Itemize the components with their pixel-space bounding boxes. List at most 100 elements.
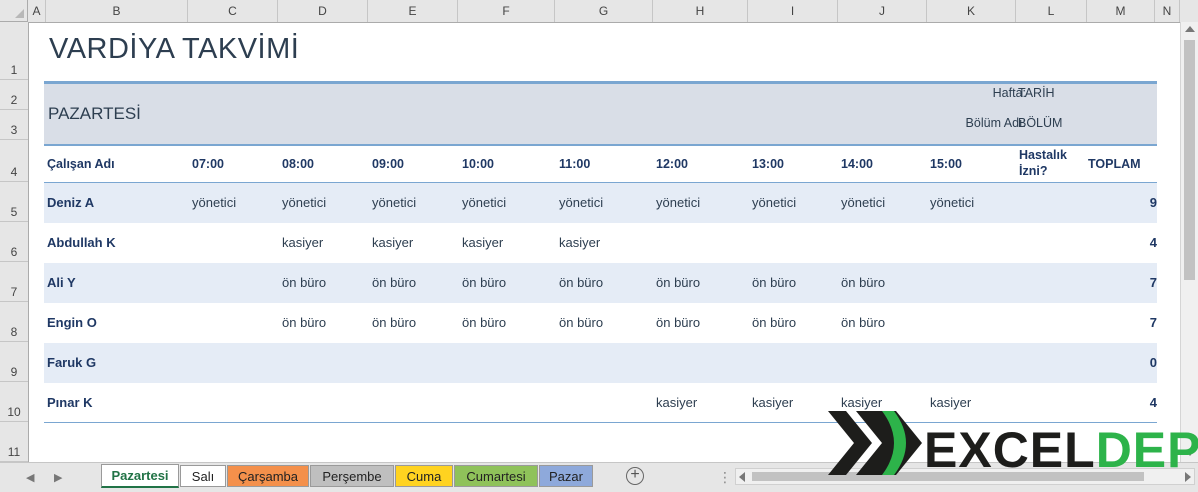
scroll-up-icon[interactable]	[1185, 26, 1195, 32]
vertical-scrollbar[interactable]	[1180, 22, 1198, 462]
employee-name[interactable]: Engin O	[47, 315, 97, 330]
department-label: Bölüm Adı:	[965, 116, 1026, 130]
shift-cell[interactable]: kasiyer	[372, 235, 413, 250]
column-header-i[interactable]: I	[748, 0, 838, 22]
logo-text: EXCELDEPO	[924, 422, 1198, 478]
tab-cumartesi[interactable]: Cumartesi	[454, 465, 538, 487]
row-headers: 1 2 3 4 5 6 7 8 9 10 11	[0, 22, 29, 462]
triangle-right-icon[interactable]: ▶	[54, 471, 62, 484]
triangle-left-icon[interactable]: ◀	[26, 471, 34, 484]
shift-cell[interactable]: kasiyer	[752, 395, 793, 410]
column-header-e[interactable]: E	[368, 0, 458, 22]
tab-perşembe[interactable]: Perşembe	[310, 465, 394, 487]
shift-cell[interactable]: yönetici	[930, 195, 974, 210]
shift-cell[interactable]: kasiyer	[462, 235, 503, 250]
table-row: Engin O ön büro ön büro ön büro ön büro ön bü…	[44, 303, 1157, 343]
row-header-8[interactable]: 8	[0, 302, 28, 342]
total-cell[interactable]: 7	[1150, 275, 1157, 290]
column-header-d[interactable]: D	[278, 0, 368, 22]
employee-name[interactable]: Deniz A	[47, 195, 94, 210]
shift-cell[interactable]: yönetici	[282, 195, 326, 210]
tab-pazar[interactable]: Pazar	[539, 465, 593, 487]
shift-cell[interactable]: ön büro	[752, 275, 796, 290]
shift-cell[interactable]: ön büro	[282, 315, 326, 330]
exceldepo-logo: EXCELDEPO	[828, 411, 1198, 478]
time-header: 11:00	[559, 157, 591, 171]
shift-cell[interactable]: ön büro	[559, 315, 603, 330]
scroll-left-icon[interactable]	[739, 472, 745, 482]
shift-cell[interactable]: ön büro	[841, 315, 885, 330]
employee-name-header: Çalışan Adı	[47, 157, 115, 171]
shift-cell[interactable]: yönetici	[192, 195, 236, 210]
column-header-m[interactable]: M	[1087, 0, 1155, 22]
row-header-1[interactable]: 1	[0, 22, 28, 80]
row-header-2[interactable]: 2	[0, 80, 28, 110]
worksheet[interactable]: VARDİYA TAKVİMİ PAZARTESİ Hafta: TARİH B…	[29, 23, 1176, 462]
column-header-l[interactable]: L	[1016, 0, 1087, 22]
tab-salı[interactable]: Salı	[180, 465, 226, 487]
shift-cell[interactable]: yönetici	[656, 195, 700, 210]
sick-leave-header: Hastalık İzni?	[1019, 147, 1067, 179]
column-header-h[interactable]: H	[653, 0, 748, 22]
column-header-k[interactable]: K	[927, 0, 1016, 22]
row-header-9[interactable]: 9	[0, 342, 28, 382]
employee-name[interactable]: Ali Y	[47, 275, 76, 290]
row-header-3[interactable]: 3	[0, 110, 28, 140]
row-header-11[interactable]: 11	[0, 422, 28, 462]
total-cell[interactable]: 0	[1150, 355, 1157, 370]
shift-cell[interactable]: yönetici	[841, 195, 885, 210]
shift-cell[interactable]: yönetici	[559, 195, 603, 210]
sick-leave-header-line2: İzni?	[1019, 164, 1048, 178]
employee-name[interactable]: Faruk G	[47, 355, 96, 370]
employee-name[interactable]: Abdullah K	[47, 235, 116, 250]
column-header-n[interactable]: N	[1155, 0, 1180, 22]
column-header-b[interactable]: B	[46, 0, 188, 22]
tab-çarşamba[interactable]: Çarşamba	[227, 465, 309, 487]
total-cell[interactable]: 4	[1150, 235, 1157, 250]
shift-cell[interactable]: yönetici	[752, 195, 796, 210]
shift-cell[interactable]: ön büro	[462, 315, 506, 330]
table-row: Abdullah K kasiyer kasiyer kasiyer kasiyer 4	[44, 223, 1157, 263]
shift-cell[interactable]: ön büro	[656, 275, 700, 290]
sick-leave-header-line1: Hastalık	[1019, 148, 1067, 162]
row-header-5[interactable]: 5	[0, 182, 28, 222]
time-header: 12:00	[656, 157, 688, 171]
shift-cell[interactable]: kasiyer	[559, 235, 600, 250]
shift-cell[interactable]: ön büro	[372, 275, 416, 290]
vertical-scroll-thumb[interactable]	[1184, 40, 1195, 280]
shift-cell[interactable]: yönetici	[372, 195, 416, 210]
total-header: TOPLAM	[1088, 157, 1141, 171]
table-row: Deniz A yönetici yönetici yönetici yönetici y…	[44, 183, 1157, 223]
shift-cell[interactable]: yönetici	[462, 195, 506, 210]
column-header-c[interactable]: C	[188, 0, 278, 22]
column-header-a[interactable]: A	[28, 0, 46, 22]
row-header-6[interactable]: 6	[0, 222, 28, 262]
column-header-g[interactable]: G	[555, 0, 653, 22]
shift-cell[interactable]: ön büro	[656, 315, 700, 330]
row-header-10[interactable]: 10	[0, 382, 28, 422]
shift-cell[interactable]: ön büro	[752, 315, 796, 330]
shift-cell[interactable]: ön büro	[462, 275, 506, 290]
shift-cell[interactable]: ön büro	[282, 275, 326, 290]
plus-circle-icon[interactable]: +	[626, 467, 644, 485]
total-cell[interactable]: 7	[1150, 315, 1157, 330]
shift-cell[interactable]: ön büro	[841, 275, 885, 290]
shift-cell[interactable]: kasiyer	[656, 395, 697, 410]
shift-cell[interactable]: kasiyer	[282, 235, 323, 250]
split-handle-icon[interactable]: ⋮	[718, 469, 732, 486]
total-cell[interactable]: 9	[1150, 195, 1157, 210]
logo-x-mark	[828, 411, 922, 475]
department-value[interactable]: BÖLÜM	[1018, 116, 1062, 130]
time-header: 13:00	[752, 157, 784, 171]
shift-cell[interactable]: ön büro	[372, 315, 416, 330]
row-header-4[interactable]: 4	[0, 140, 28, 182]
row-header-7[interactable]: 7	[0, 262, 28, 302]
employee-name[interactable]: Pınar K	[47, 395, 93, 410]
select-all-corner[interactable]	[0, 0, 28, 22]
tab-pazartesi[interactable]: Pazartesi	[101, 464, 179, 488]
column-header-f[interactable]: F	[458, 0, 555, 22]
tab-cuma[interactable]: Cuma	[395, 465, 453, 487]
column-header-j[interactable]: J	[838, 0, 927, 22]
week-value[interactable]: TARİH	[1018, 86, 1055, 100]
shift-cell[interactable]: ön büro	[559, 275, 603, 290]
